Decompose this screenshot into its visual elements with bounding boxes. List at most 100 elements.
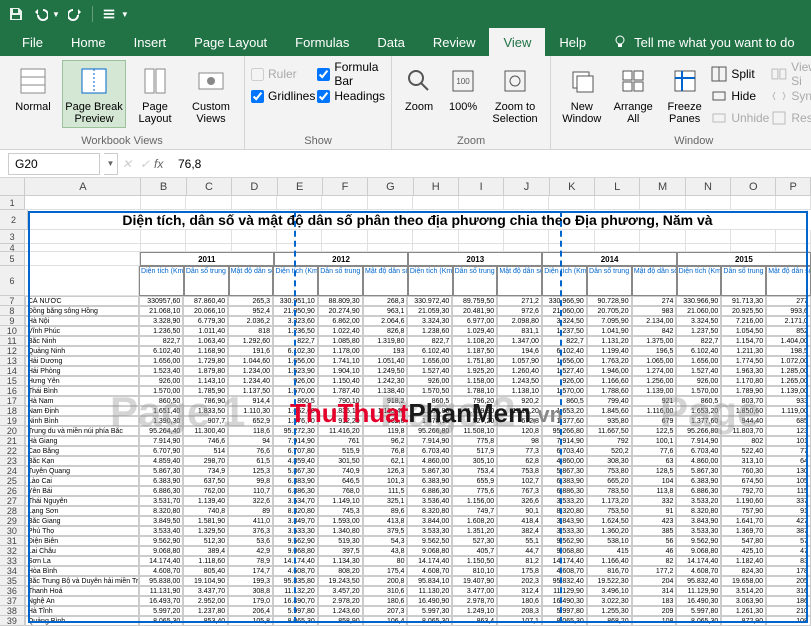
- data-cell[interactable]: 868,20: [587, 616, 632, 626]
- row-header[interactable]: 16: [0, 386, 25, 396]
- column-header[interactable]: I: [459, 178, 504, 196]
- data-cell[interactable]: 1.072,00: [766, 356, 811, 366]
- column-header[interactable]: M: [640, 178, 685, 196]
- data-cell[interactable]: 547,80: [721, 536, 766, 546]
- data-cell[interactable]: 1.656,00: [676, 356, 721, 366]
- region-label[interactable]: CẢ NƯỚC: [25, 296, 139, 306]
- data-cell[interactable]: 110,7: [228, 486, 273, 496]
- cell[interactable]: [322, 196, 367, 210]
- data-cell[interactable]: 11.130,20: [407, 586, 452, 596]
- data-cell[interactable]: 301,50: [318, 456, 363, 466]
- data-cell[interactable]: 1.243,60: [318, 606, 363, 616]
- column-header[interactable]: G: [368, 178, 413, 196]
- data-cell[interactable]: 6.886,30: [542, 486, 587, 496]
- data-cell[interactable]: 1.378,10: [407, 416, 452, 426]
- cell[interactable]: [549, 230, 594, 244]
- data-cell[interactable]: 753,50: [587, 506, 632, 516]
- data-cell[interactable]: 1.656,00: [407, 356, 452, 366]
- data-cell[interactable]: 740,8: [183, 506, 228, 516]
- data-cell[interactable]: 326,6: [497, 496, 542, 506]
- data-cell[interactable]: 83: [766, 556, 811, 566]
- data-cell[interactable]: 662,6: [363, 416, 408, 426]
- data-cell[interactable]: 926,00: [542, 376, 587, 386]
- data-cell[interactable]: 1.751,80: [452, 356, 497, 366]
- data-cell[interactable]: 4.608,70: [542, 566, 587, 576]
- page-layout-button[interactable]: Page Layout: [128, 60, 182, 128]
- data-cell[interactable]: 330.966,90: [542, 296, 587, 306]
- data-cell[interactable]: 5.997,30: [407, 606, 452, 616]
- data-cell[interactable]: 271,2: [497, 296, 542, 306]
- region-label[interactable]: Phú Thọ: [25, 526, 139, 536]
- data-cell[interactable]: 1.946,00: [587, 366, 632, 376]
- region-label[interactable]: Trung du và miền núi phía Bắc: [25, 426, 139, 436]
- data-cell[interactable]: 515,9: [318, 446, 363, 456]
- tab-view[interactable]: View: [489, 28, 545, 56]
- data-cell[interactable]: 6.707,90: [139, 446, 184, 456]
- data-cell[interactable]: 803,70: [721, 396, 766, 406]
- data-cell[interactable]: 19.104,90: [183, 576, 228, 586]
- region-label[interactable]: Ninh Bình: [25, 416, 139, 426]
- data-cell[interactable]: 768,0: [318, 486, 363, 496]
- column-header[interactable]: H: [414, 178, 459, 196]
- data-cell[interactable]: 53,6: [228, 536, 273, 546]
- data-cell[interactable]: 95.266,80: [542, 426, 587, 436]
- data-cell[interactable]: 207,3: [363, 606, 408, 616]
- row-header[interactable]: 23: [0, 456, 25, 466]
- data-cell[interactable]: 1.236,50: [273, 326, 318, 336]
- cell[interactable]: [731, 244, 776, 252]
- row-header[interactable]: 13: [0, 356, 25, 366]
- data-cell[interactable]: 1.011,40: [183, 326, 228, 336]
- data-cell[interactable]: 88.809,30: [318, 296, 363, 306]
- data-cell[interactable]: 538,10: [587, 536, 632, 546]
- cell[interactable]: [186, 230, 231, 244]
- column-header[interactable]: E: [278, 178, 323, 196]
- row-header[interactable]: 24: [0, 466, 25, 476]
- data-cell[interactable]: 175,8: [497, 566, 542, 576]
- data-cell[interactable]: 1.274,00: [632, 366, 677, 376]
- data-cell[interactable]: 963,1: [363, 306, 408, 316]
- data-cell[interactable]: 1.119,00: [766, 406, 811, 416]
- region-label[interactable]: Thái Nguyên: [25, 496, 139, 506]
- data-cell[interactable]: 918,2: [363, 396, 408, 406]
- data-cell[interactable]: 20.705,20: [587, 306, 632, 316]
- cell[interactable]: [141, 196, 186, 210]
- data-cell[interactable]: 308,30: [587, 456, 632, 466]
- undo-dropdown-icon[interactable]: ▼: [52, 10, 60, 19]
- data-cell[interactable]: 805,40: [183, 566, 228, 576]
- row-header[interactable]: 29: [0, 516, 25, 526]
- data-cell[interactable]: 792,70: [721, 486, 766, 496]
- data-cell[interactable]: 1.143,10: [183, 376, 228, 386]
- data-cell[interactable]: 5.867,30: [139, 466, 184, 476]
- data-cell[interactable]: 3.328,90: [139, 316, 184, 326]
- cell[interactable]: [25, 230, 140, 244]
- data-cell[interactable]: 91: [632, 506, 677, 516]
- data-cell[interactable]: 860,5: [273, 396, 318, 406]
- data-cell[interactable]: 95.264,40: [139, 426, 184, 436]
- data-cell[interactable]: 202,3: [497, 576, 542, 586]
- data-cell[interactable]: 330.972,40: [407, 296, 452, 306]
- data-cell[interactable]: 679: [632, 416, 677, 426]
- cell[interactable]: [186, 196, 231, 210]
- data-cell[interactable]: 935,80: [587, 416, 632, 426]
- data-cell[interactable]: 1.178,00: [318, 346, 363, 356]
- data-cell[interactable]: 105,8: [228, 616, 273, 626]
- gridlines-checkbox[interactable]: Gridlines: [251, 86, 315, 106]
- row-header[interactable]: 35: [0, 576, 25, 586]
- row-header[interactable]: 36: [0, 586, 25, 596]
- sub-header[interactable]: Dân số trung bình (Nghìn người): [721, 266, 766, 296]
- data-cell[interactable]: 1.788,10: [452, 386, 497, 396]
- data-cell[interactable]: 4.608,70: [139, 566, 184, 576]
- data-cell[interactable]: 21.060,00: [542, 306, 587, 316]
- data-cell[interactable]: 9.068,80: [139, 546, 184, 556]
- data-cell[interactable]: 1.904,10: [318, 366, 363, 376]
- data-cell[interactable]: 313,10: [721, 456, 766, 466]
- data-cell[interactable]: 920,2: [497, 396, 542, 406]
- cell[interactable]: [776, 230, 811, 244]
- data-cell[interactable]: 5.997,80: [542, 606, 587, 616]
- data-cell[interactable]: 106,4: [363, 616, 408, 626]
- data-cell[interactable]: 926,00: [676, 376, 721, 386]
- data-cell[interactable]: 517,9: [452, 446, 497, 456]
- page-break-preview-button[interactable]: Page Break Preview: [62, 60, 126, 128]
- data-cell[interactable]: 8.320,80: [273, 506, 318, 516]
- data-cell[interactable]: 96,2: [363, 436, 408, 446]
